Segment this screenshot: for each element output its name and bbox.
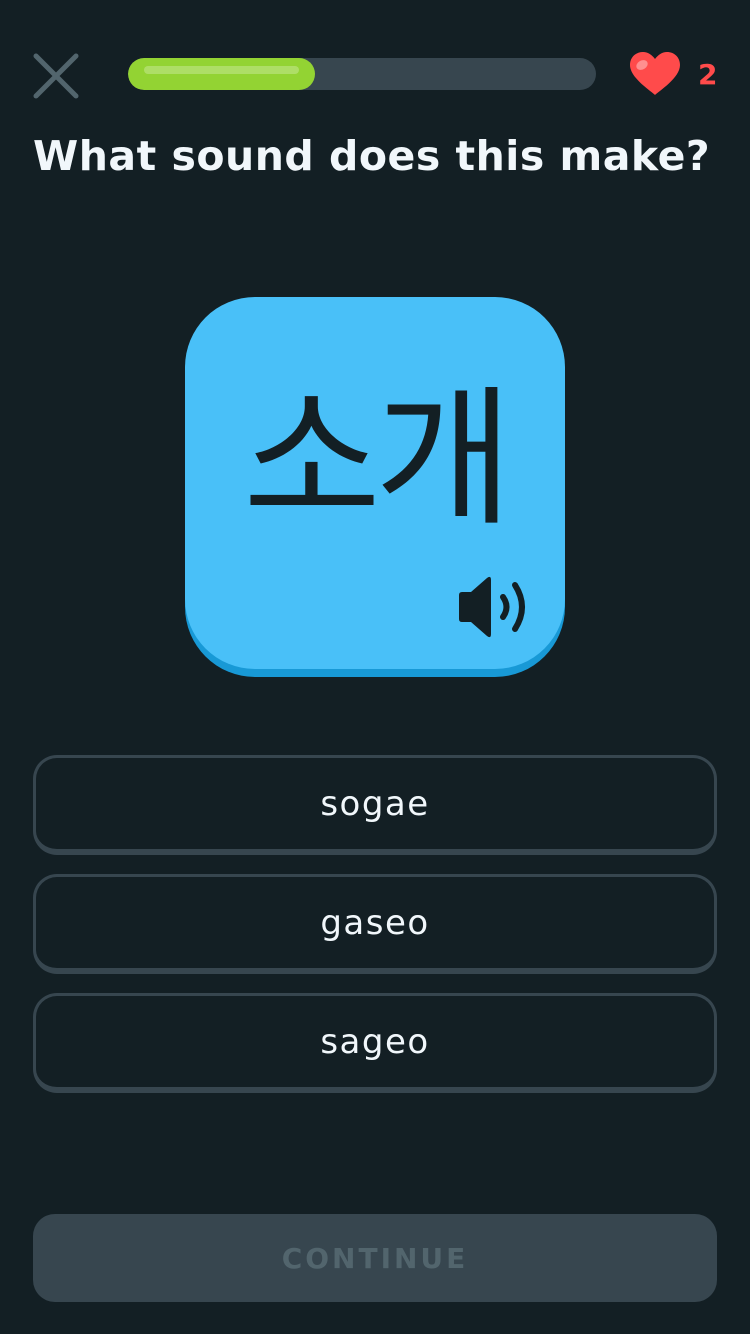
continue-button[interactable]: CONTINUE: [33, 1214, 717, 1302]
option-button-2[interactable]: gaseo: [33, 874, 717, 974]
hearts-counter[interactable]: 2: [628, 50, 717, 98]
character-card[interactable]: 소개: [185, 297, 565, 669]
question-title: What sound does this make?: [33, 132, 711, 180]
heart-icon: [630, 52, 680, 95]
option-label: sogae: [320, 783, 430, 824]
progress-bar-highlight: [144, 66, 299, 74]
speaker-icon[interactable]: [455, 575, 535, 639]
option-label: sageo: [320, 1021, 430, 1062]
option-button-3[interactable]: sageo: [33, 993, 717, 1093]
option-label: gaseo: [320, 902, 430, 943]
option-button-1[interactable]: sogae: [33, 755, 717, 855]
close-icon: [33, 53, 79, 99]
character-text: 소개: [242, 373, 513, 547]
hearts-count: 2: [698, 57, 718, 91]
continue-button-label: CONTINUE: [281, 1241, 469, 1275]
progress-bar: [128, 58, 596, 90]
progress-bar-fill: [128, 58, 315, 90]
close-button[interactable]: [30, 50, 82, 102]
